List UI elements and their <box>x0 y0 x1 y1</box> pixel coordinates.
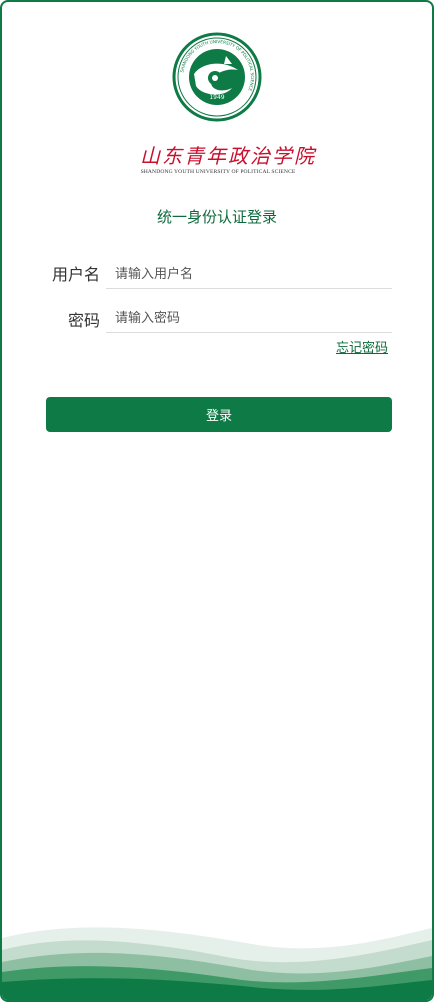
login-button[interactable]: 登录 <box>46 397 392 432</box>
school-name-en: SHANDONG YOUTH UNIVERSITY OF POLITICAL S… <box>140 169 296 175</box>
username-label: 用户名 <box>51 265 100 284</box>
forgot-password-link[interactable]: 忘记密码 <box>336 340 388 358</box>
password-input[interactable] <box>106 305 392 333</box>
page-title: 统一身份认证登录 <box>156 208 277 226</box>
decorative-waves <box>2 927 432 1000</box>
school-name-logo: 山东青年政治学院 SHANDONG YOUTH UNIVERSITY OF PO… <box>140 144 316 184</box>
school-name-cn: 山东青年政治学院 <box>140 144 316 168</box>
username-input[interactable] <box>106 261 392 289</box>
school-emblem-icon: 1949 SHANDONG YOUTH UNIVERSITY OF POLITI… <box>172 32 262 122</box>
emblem-year: 1949 <box>209 94 224 101</box>
password-label: 密码 <box>67 311 100 330</box>
login-card: 1949 SHANDONG YOUTH UNIVERSITY OF POLITI… <box>0 0 434 1002</box>
